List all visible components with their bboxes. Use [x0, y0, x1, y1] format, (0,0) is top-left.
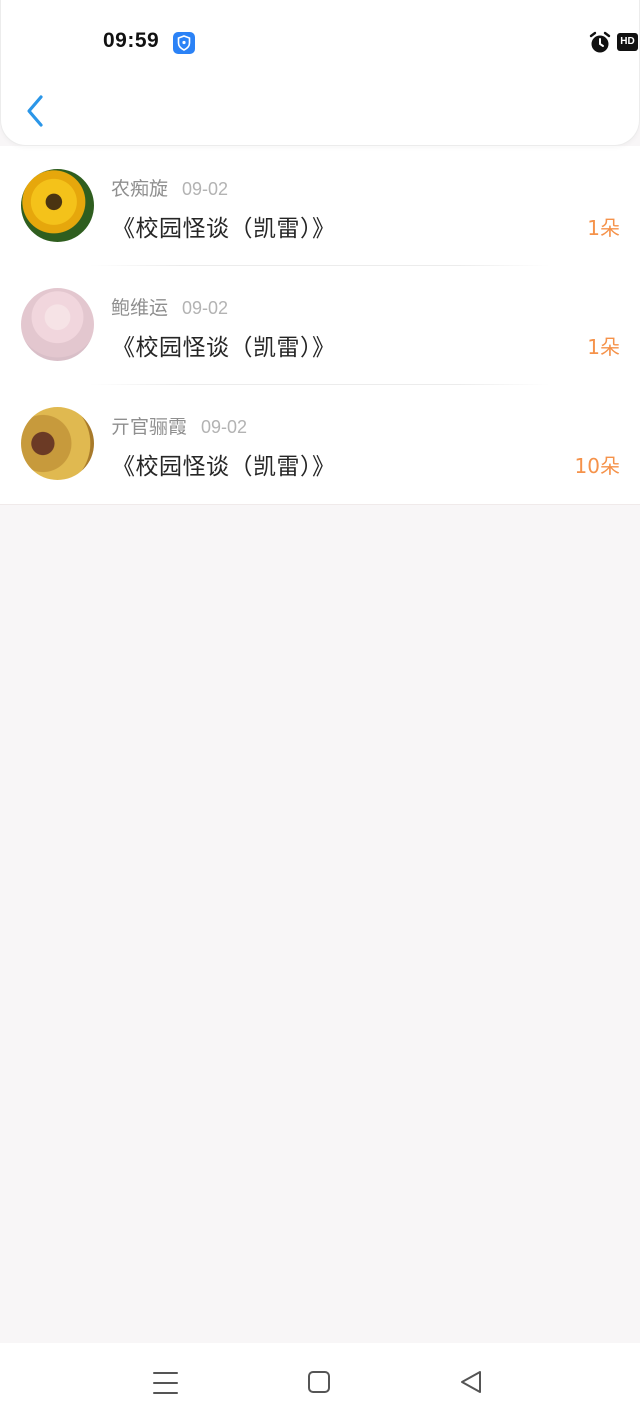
- item-meta: 农痴旋 09-02: [111, 174, 228, 200]
- user-name: 农痴旋: [111, 178, 169, 200]
- hd-icon: HD: [617, 33, 638, 51]
- nav-menu-button[interactable]: [149, 1368, 183, 1398]
- book-title: 《校园怪谈（凯雷）》: [112, 216, 336, 242]
- alarm-icon: [589, 31, 611, 53]
- system-nav-bar: [0, 1343, 640, 1423]
- nav-back-button[interactable]: [455, 1368, 489, 1398]
- back-button[interactable]: [21, 90, 51, 132]
- item-date: 09-02: [182, 298, 229, 318]
- shield-icon: [173, 32, 195, 54]
- nav-home-button[interactable]: [302, 1368, 336, 1398]
- flower-count: 10朵: [574, 454, 620, 478]
- list-item[interactable]: 鲍维运 09-02 《校园怪谈（凯雷）》 1朵: [0, 265, 640, 384]
- book-title: 《校园怪谈（凯雷）》: [112, 335, 336, 361]
- status-time: 09:59: [103, 29, 160, 52]
- avatar[interactable]: [21, 407, 94, 480]
- user-name: 亓官骊霞: [111, 416, 188, 438]
- back-triangle-icon: [461, 1371, 481, 1393]
- flower-count: 1朵: [587, 335, 620, 359]
- screen: 09:59 HD 5G: [0, 0, 640, 1423]
- item-meta: 亓官骊霞 09-02: [111, 412, 247, 438]
- item-date: 09-02: [182, 179, 229, 199]
- user-name: 鲍维运: [111, 297, 169, 319]
- flower-count: 1朵: [587, 216, 620, 240]
- item-meta: 鲍维运 09-02: [111, 293, 228, 319]
- menu-icon: [153, 1372, 178, 1394]
- list-item[interactable]: 亓官骊霞 09-02 《校园怪谈（凯雷）》 10朵: [0, 384, 640, 503]
- avatar[interactable]: [21, 169, 94, 242]
- book-title: 《校园怪谈（凯雷）》: [112, 454, 336, 480]
- item-date: 09-02: [201, 417, 248, 437]
- home-square-icon: [308, 1371, 330, 1393]
- top-card: 09:59 HD 5G: [0, 0, 640, 146]
- avatar[interactable]: [21, 288, 94, 361]
- gift-list: 农痴旋 09-02 《校园怪谈（凯雷）》 1朵 鲍维运 09-02 《校园怪谈（凯雷…: [0, 146, 640, 505]
- list-item[interactable]: 农痴旋 09-02 《校园怪谈（凯雷）》 1朵: [0, 146, 640, 265]
- chevron-left-icon: [27, 95, 43, 127]
